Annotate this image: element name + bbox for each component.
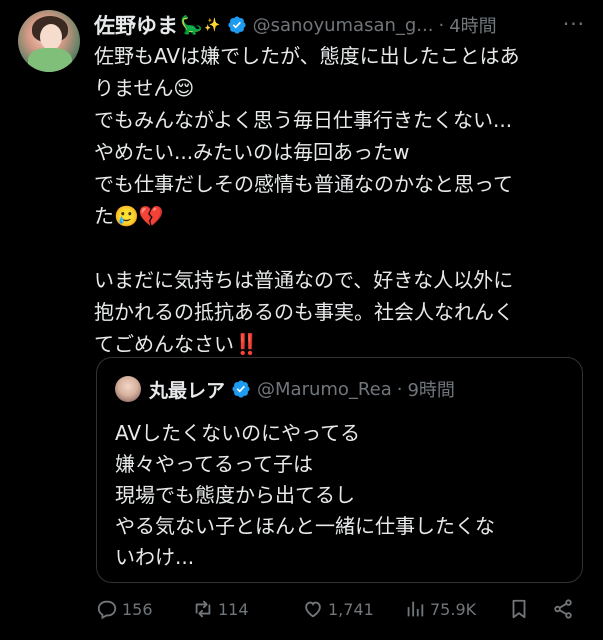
author-name-emoji: 🦕 — [180, 14, 203, 36]
reply-count: 156 — [122, 599, 153, 619]
author-name[interactable]: 佐野ゆま — [94, 10, 178, 40]
tweet-line: いまだに気持ちは普通なので、好きな人以外に — [94, 268, 514, 292]
quoted-tweet-text: AVしたくないのにやってる 嫌々やってるって子は 現場でも態度から出てるし やる… — [115, 418, 495, 573]
tweet-timestamp[interactable]: 4時間 — [449, 12, 496, 38]
quoted-author-name: 丸最レア — [149, 379, 226, 402]
quoted-tweet-line: AVしたくないのにやってる — [115, 421, 361, 445]
quoted-tweet-line: 嫌々やってるって子は — [115, 452, 313, 476]
tweet-text: 佐野もAVは嫌でしたが、態度に出したことはあ りません😌 でもみんながよく思う毎… — [94, 40, 584, 360]
quoted-tweet-line: いわけ... — [115, 545, 195, 569]
tweet-line: でも仕事だしその感情も普通なのかなと思って — [94, 172, 513, 196]
like-button[interactable]: 1,741 — [302, 598, 374, 620]
tweet-line: でもみんながよく思う毎日仕事行きたくない... — [94, 108, 513, 132]
quoted-tweet-line: 現場でも態度から出てるし — [115, 483, 355, 507]
repost-button[interactable]: 114 — [192, 598, 249, 620]
reply-icon — [97, 600, 117, 620]
author-avatar[interactable] — [18, 10, 80, 72]
tweet-line: 抱かれるの抵抗あるのも事実。社会人なれんく — [94, 300, 514, 324]
share-button[interactable] — [552, 598, 578, 620]
reply-button[interactable]: 156 — [96, 598, 153, 620]
tweet-line: た🥲💔 — [94, 204, 164, 228]
repost-count: 114 — [218, 599, 249, 619]
quoted-tweet-header: 丸最レア @Marumo_Rea · 9時間 — [115, 374, 455, 404]
author-name-emoji-2: ✨ — [204, 17, 221, 33]
verified-badge-icon — [232, 380, 250, 398]
quoted-tweet-card[interactable]: 丸最レア @Marumo_Rea · 9時間 AVしたくないのにやってる 嫌々や… — [96, 357, 583, 583]
tweet-line: 佐野もAVは嫌でしたが、態度に出したことはあ — [94, 44, 520, 68]
tweet-line: やめたい...みたいのは毎回あったw — [94, 140, 410, 164]
tweet-line: てごめんなさい‼️ — [94, 332, 259, 356]
quoted-tweet-timestamp: 9時間 — [407, 380, 455, 401]
share-icon — [554, 599, 572, 619]
bookmark-button[interactable] — [508, 598, 534, 620]
verified-badge-icon[interactable] — [227, 15, 247, 35]
tweet-action-bar: 156 114 1,741 75.9K — [96, 598, 586, 628]
tweet-header: 佐野ゆま 🦕 ✨ @sanoyumasan_g... · 4時間 — [94, 10, 594, 40]
quoted-author-avatar — [115, 376, 141, 402]
author-handle[interactable]: @sanoyumasan_g... — [253, 15, 434, 36]
heart-icon — [305, 601, 321, 618]
views-button[interactable]: 75.9K — [404, 598, 476, 620]
view-count: 75.9K — [430, 599, 477, 619]
avatar-face — [40, 24, 62, 50]
header-separator: · — [438, 14, 445, 36]
more-options-icon[interactable]: ··· — [563, 12, 585, 36]
avatar-body — [28, 48, 72, 72]
views-chart-icon — [407, 601, 424, 617]
bookmark-icon — [512, 599, 526, 619]
tweet-line: りません😌 — [94, 76, 195, 100]
quoted-header-separator: · — [396, 378, 403, 400]
like-count: 1,741 — [328, 599, 374, 619]
quoted-author-handle: @Marumo_Rea — [257, 378, 392, 400]
repost-icon — [195, 600, 211, 618]
quoted-tweet-line: やる気ない子とほんと一緒に仕事したくな — [115, 514, 495, 538]
